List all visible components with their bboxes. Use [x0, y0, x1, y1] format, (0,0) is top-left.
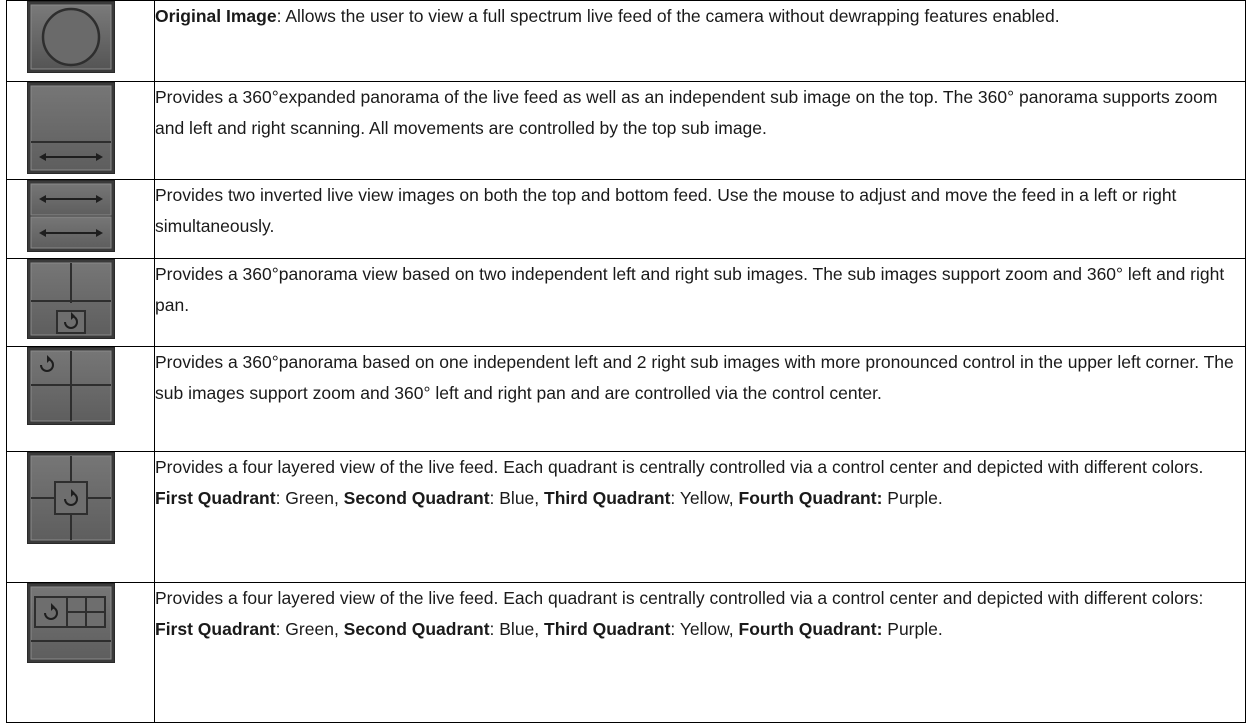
- rich-text: Provides a four layered view of the live…: [155, 588, 1203, 639]
- description-cell: Original Image: Allows the user to view …: [154, 0, 1246, 82]
- bold-term: First Quadrant: [155, 488, 276, 508]
- table-row: Provides a four layered view of the live…: [6, 451, 1246, 583]
- icon-cell: [6, 179, 155, 259]
- bold-term: Third Quadrant: [544, 488, 671, 508]
- description-text: Provides a 360°expanded panorama of the …: [155, 87, 1218, 138]
- description-text: Purple.: [882, 488, 943, 508]
- description-cell: Provides a 360°expanded panorama of the …: [154, 81, 1246, 180]
- description-text: Purple.: [882, 619, 943, 639]
- description-cell: Provides a 360°panorama view based on tw…: [154, 258, 1246, 347]
- bold-term: Second Quadrant: [343, 488, 490, 508]
- description-text: : Blue,: [489, 488, 545, 508]
- bold-term: Original Image: [155, 6, 277, 26]
- view-mode-table: Original Image: Allows the user to view …: [6, 0, 1246, 723]
- table-row: Original Image: Allows the user to view …: [6, 0, 1246, 82]
- rich-text: Provides a 360°expanded panorama of the …: [155, 87, 1217, 138]
- description-text: Provides a four layered view of the live…: [155, 457, 1204, 477]
- icon-cell: [6, 582, 155, 723]
- panorama-with-top-subimage-icon[interactable]: [27, 82, 115, 174]
- icon-cell: [6, 451, 155, 583]
- bold-term: Fourth Quadrant:: [738, 619, 883, 639]
- panorama-two-subimages-icon[interactable]: [27, 259, 115, 339]
- table-row: Provides two inverted live view images o…: [6, 179, 1246, 259]
- description-cell: Provides a four layered view of the live…: [154, 582, 1246, 723]
- description-text: : Allows the user to view a full spectru…: [276, 6, 1060, 26]
- description-text: : Yellow,: [670, 619, 739, 639]
- table-row: Provides a 360°expanded panorama of the …: [6, 81, 1246, 180]
- rich-text: Provides two inverted live view images o…: [155, 185, 1176, 236]
- description-text: Provides a 360°panorama based on one ind…: [155, 352, 1234, 403]
- quad-view-center-control-icon[interactable]: [27, 452, 115, 544]
- description-text: Provides two inverted live view images o…: [155, 185, 1177, 236]
- rich-text: Provides a 360°panorama based on one ind…: [155, 352, 1234, 403]
- description-text: Provides a 360°panorama view based on tw…: [155, 264, 1225, 315]
- description-text: : Yellow,: [670, 488, 739, 508]
- rich-text: Provides a 360°panorama view based on tw…: [155, 264, 1224, 315]
- rich-text: Provides a four layered view of the live…: [155, 457, 1203, 508]
- bold-term: Fourth Quadrant:: [738, 488, 883, 508]
- bold-term: First Quadrant: [155, 619, 276, 639]
- bold-term: Third Quadrant: [544, 619, 671, 639]
- table-row: Provides a 360°panorama view based on tw…: [6, 258, 1246, 347]
- icon-cell: [6, 81, 155, 180]
- icon-cell: [6, 0, 155, 82]
- icon-cell: [6, 258, 155, 347]
- description-cell: Provides two inverted live view images o…: [154, 179, 1246, 259]
- description-text: : Green,: [275, 619, 344, 639]
- description-text: : Blue,: [489, 619, 545, 639]
- table-row: Provides a 360°panorama based on one ind…: [6, 346, 1246, 452]
- description-text: : Green,: [275, 488, 344, 508]
- description-cell: Provides a 360°panorama based on one ind…: [154, 346, 1246, 452]
- original-image-circle-icon[interactable]: [27, 1, 115, 73]
- description-text: Provides a four layered view of the live…: [155, 588, 1204, 608]
- description-cell: Provides a four layered view of the live…: [154, 451, 1246, 583]
- bold-term: Second Quadrant: [343, 619, 490, 639]
- icon-cell: [6, 346, 155, 452]
- panorama-three-subimages-icon[interactable]: [27, 347, 115, 425]
- dual-inverted-panorama-icon[interactable]: [27, 180, 115, 252]
- rich-text: Original Image: Allows the user to view …: [155, 6, 1060, 26]
- table-row: Provides a four layered view of the live…: [6, 582, 1246, 723]
- quad-view-side-control-icon[interactable]: [27, 583, 115, 663]
